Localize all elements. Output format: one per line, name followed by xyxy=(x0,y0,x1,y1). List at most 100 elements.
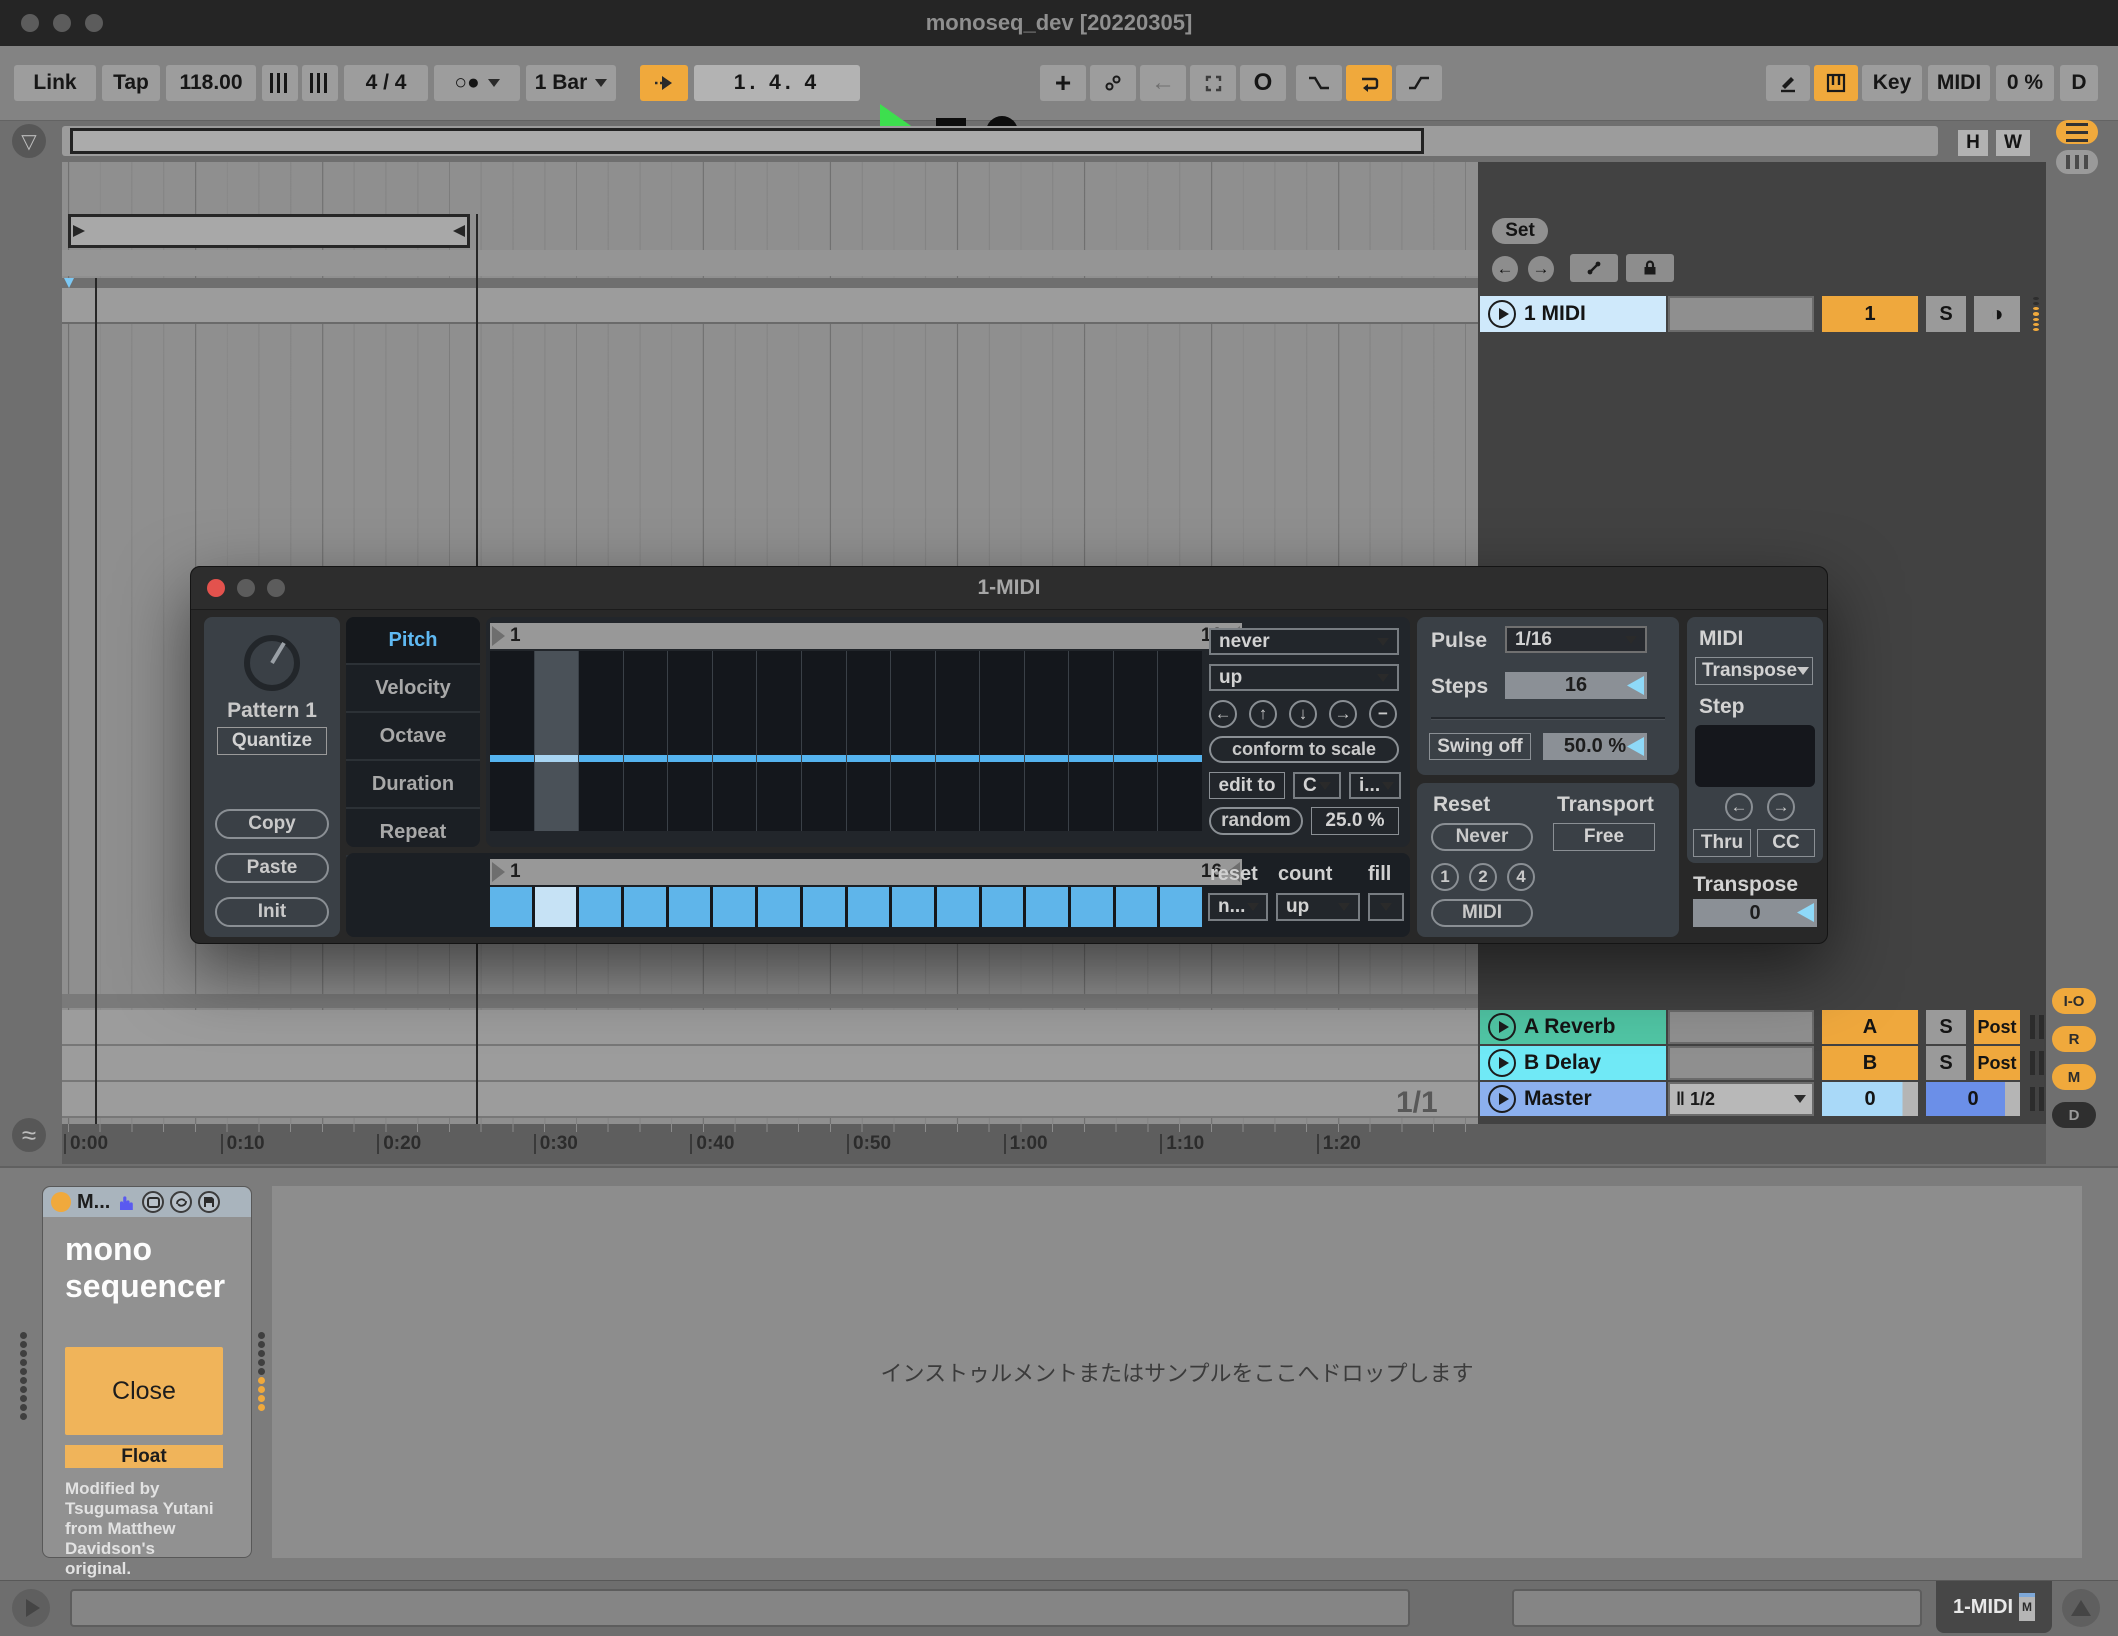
minimize-window-button[interactable] xyxy=(237,579,255,597)
status-field-left[interactable] xyxy=(70,1589,1410,1627)
return-io-box[interactable] xyxy=(1668,1046,1814,1080)
pitch-value-bar[interactable] xyxy=(668,755,712,762)
transpose-slider[interactable]: 0 xyxy=(1693,899,1817,927)
link-button[interactable]: Link xyxy=(14,65,96,101)
minimize-window-button[interactable] xyxy=(53,14,71,32)
clip-badge[interactable]: 1-MIDI M xyxy=(1936,1581,2052,1633)
steps-slider[interactable]: 16 xyxy=(1505,672,1647,699)
pitch-value-bar[interactable] xyxy=(757,755,801,762)
gate-step-2[interactable] xyxy=(535,887,580,927)
return-a-lane[interactable] xyxy=(62,1010,1478,1046)
master-lane[interactable] xyxy=(62,1082,1478,1118)
return-solo-button[interactable]: S xyxy=(1926,1046,1966,1080)
nudge-up-button[interactable] xyxy=(302,65,338,101)
pattern-knob[interactable] xyxy=(242,633,302,693)
status-field-right[interactable] xyxy=(1512,1589,1922,1627)
pitch-value-bar[interactable] xyxy=(535,755,579,762)
count-dropdown[interactable]: up xyxy=(1276,893,1360,921)
loop-button[interactable] xyxy=(1346,65,1392,101)
reset-count-4[interactable]: 4 xyxy=(1507,863,1535,891)
shift-left-button[interactable]: ← xyxy=(1209,700,1237,728)
tab-octave[interactable]: Octave xyxy=(346,713,480,761)
return-io-box[interactable] xyxy=(1668,1010,1814,1044)
pitch-value-bar[interactable] xyxy=(891,755,935,762)
return-name-cell[interactable]: A Reverb xyxy=(1480,1010,1666,1044)
gate-step-16[interactable] xyxy=(1160,887,1202,927)
nudge-down-button[interactable] xyxy=(262,65,298,101)
marquee-selection-button[interactable] xyxy=(1190,65,1236,101)
pitch-step-10[interactable] xyxy=(891,651,936,831)
punch-in-button[interactable] xyxy=(1296,65,1342,101)
gate-step-10[interactable] xyxy=(892,887,937,927)
return-routing-button[interactable]: Post xyxy=(1974,1046,2020,1080)
time-signature-field[interactable]: 4 / 4 xyxy=(344,65,428,101)
scrub-strip[interactable] xyxy=(62,278,1478,288)
automation-lane-toggle[interactable]: ≈ xyxy=(12,1118,46,1152)
track-io-box[interactable] xyxy=(1668,296,1814,332)
track-solo-button[interactable]: S xyxy=(1926,296,1966,332)
pitch-step-15[interactable] xyxy=(1114,651,1159,831)
float-button[interactable]: Float xyxy=(65,1445,223,1468)
transport-mode-button[interactable]: Free xyxy=(1553,823,1655,851)
gate-step-5[interactable] xyxy=(669,887,714,927)
random-amount-field[interactable]: 25.0 % xyxy=(1311,807,1399,835)
float-window-titlebar[interactable]: 1-MIDI xyxy=(191,567,1827,610)
pitch-value-bar[interactable] xyxy=(713,755,757,762)
tab-velocity[interactable]: Velocity xyxy=(346,665,480,713)
gate-step-4[interactable] xyxy=(624,887,669,927)
fill-dropdown[interactable] xyxy=(1368,893,1404,921)
grid-range-header[interactable]: 1 16 xyxy=(490,623,1242,649)
range-start-marker[interactable] xyxy=(492,626,505,646)
pitch-value-bar[interactable] xyxy=(1158,755,1202,762)
master-cue-selector[interactable]: ‖ 1/2 xyxy=(1668,1082,1814,1116)
quantization-menu[interactable]: 1 Bar xyxy=(526,65,616,101)
return-send-box[interactable]: B xyxy=(1822,1046,1918,1080)
swing-amount-slider[interactable]: 50.0 % xyxy=(1543,733,1647,760)
mixer-view-button[interactable] xyxy=(2056,150,2098,174)
zoom-height-button[interactable]: H xyxy=(1958,130,1988,156)
computer-midi-keyboard-button[interactable] xyxy=(1814,65,1858,101)
clear-button[interactable]: − xyxy=(1369,700,1397,728)
device-titlebar[interactable]: M... xyxy=(43,1187,251,1217)
midi-track-indicator[interactable]: D xyxy=(2060,65,2098,101)
pitch-step-6[interactable] xyxy=(713,651,758,831)
tab-repeat[interactable]: Repeat xyxy=(346,809,480,857)
return-send-box[interactable]: A xyxy=(1822,1010,1918,1044)
time-ruler[interactable]: 0:000:100:200:300:400:501:001:101:20 xyxy=(62,1124,2046,1164)
reset-count-1[interactable]: 1 xyxy=(1431,863,1459,891)
prev-marker-button[interactable]: ← xyxy=(1492,256,1518,282)
strip-range-header[interactable]: 1 16 xyxy=(490,859,1242,885)
device-loop-button[interactable] xyxy=(142,1191,164,1213)
return-b-lane[interactable] xyxy=(62,1046,1478,1082)
gate-step-13[interactable] xyxy=(1026,887,1071,927)
scale-dropdown[interactable]: i... xyxy=(1349,772,1401,799)
gate-step-strip[interactable] xyxy=(490,887,1202,927)
loop-brace[interactable] xyxy=(68,214,470,248)
pitch-step-7[interactable] xyxy=(757,651,802,831)
edit-to-button[interactable]: edit to xyxy=(1209,772,1285,799)
return-routing-button[interactable]: Post xyxy=(1974,1010,2020,1044)
shift-right-button[interactable]: → xyxy=(1329,700,1357,728)
midi-mode-dropdown[interactable]: Transpose xyxy=(1695,657,1813,685)
pitch-value-bar[interactable] xyxy=(490,755,534,762)
copy-button[interactable]: Copy xyxy=(215,809,329,839)
step-left-button[interactable]: ← xyxy=(1725,793,1753,821)
gate-step-1[interactable] xyxy=(490,887,535,927)
close-window-button[interactable] xyxy=(207,579,225,597)
master-pan-box[interactable]: 0 xyxy=(1926,1082,2020,1116)
pitch-step-11[interactable] xyxy=(936,651,981,831)
pitch-value-bar[interactable] xyxy=(1069,755,1113,762)
pitch-value-bar[interactable] xyxy=(936,755,980,762)
pitch-step-8[interactable] xyxy=(802,651,847,831)
close-button[interactable]: Close xyxy=(65,1347,223,1435)
step-right-button[interactable]: → xyxy=(1767,793,1795,821)
pitch-value-bar[interactable] xyxy=(1025,755,1069,762)
pitch-step-3[interactable] xyxy=(579,651,624,831)
gate-step-9[interactable] xyxy=(848,887,893,927)
zoom-window-button[interactable] xyxy=(85,14,103,32)
reset-midi-button[interactable]: MIDI xyxy=(1431,899,1533,927)
device-on-toggle[interactable] xyxy=(51,1192,71,1212)
pitch-value-bar[interactable] xyxy=(980,755,1024,762)
mixer-section-toggle[interactable]: M xyxy=(2052,1064,2096,1090)
pitch-step-16[interactable] xyxy=(1158,651,1202,831)
